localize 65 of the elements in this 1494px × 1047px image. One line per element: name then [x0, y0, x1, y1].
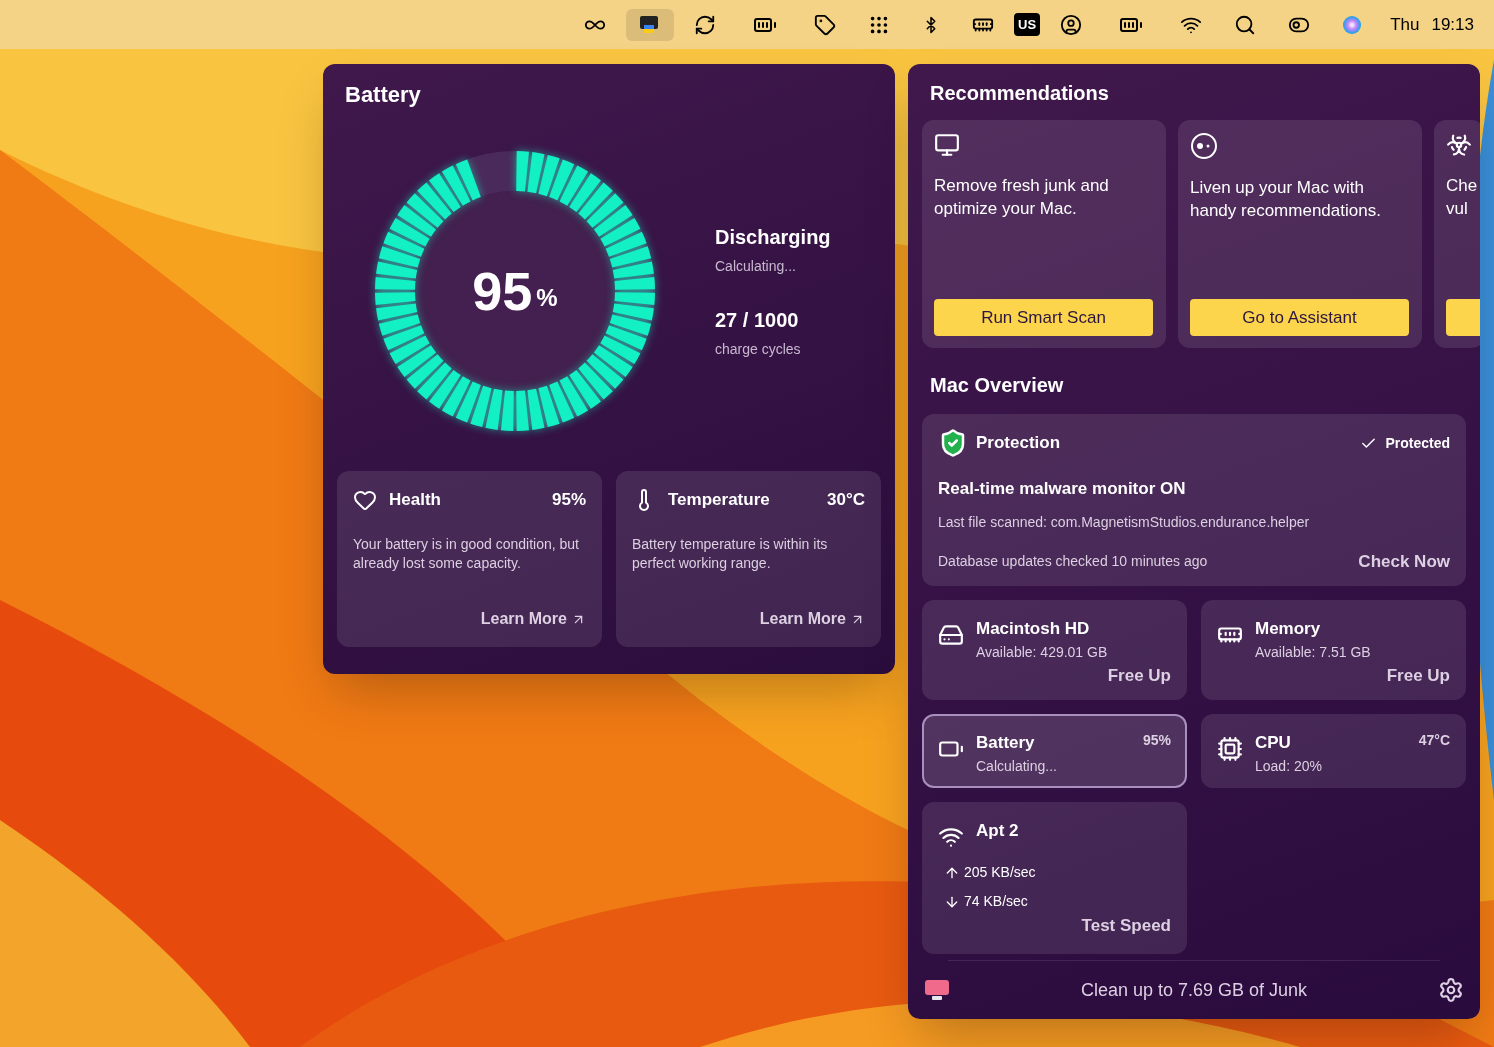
tag-icon: [814, 13, 837, 36]
cpu-icon: [1217, 736, 1243, 762]
state-detail: Calculating...: [715, 257, 797, 276]
tile-detail: Available: 429.01 GB: [976, 642, 1108, 662]
tile-detail: Load: 20%: [1255, 756, 1322, 776]
battery-state: Discharging: [715, 225, 831, 250]
overview-tile[interactable]: CPU Load: 20% 47°C: [1201, 714, 1466, 788]
recommendation-button[interactable]: Run Smart Scan: [934, 299, 1153, 336]
panel-title: Battery: [344, 81, 422, 109]
siri-icon: [1342, 14, 1363, 35]
tile-title: Apt 2: [976, 820, 1019, 842]
section-title: Mac Overview: [929, 373, 1065, 398]
charge-cycles: 27 / 1000: [715, 308, 800, 333]
tile-title: CPU: [1255, 732, 1292, 754]
tile-title: Battery: [976, 732, 1036, 754]
learn-more-link[interactable]: Learn More: [480, 607, 586, 631]
keyboard-layout[interactable]: US: [1014, 12, 1041, 37]
tile-action[interactable]: Test Speed: [1081, 912, 1171, 938]
download-rate: 74 KB/sec: [964, 892, 1028, 911]
upload-rate: 205 KB/sec: [964, 863, 1036, 882]
recommendation-button[interactable]: Go to Assistant: [1190, 299, 1409, 336]
refresh-icon: [694, 13, 717, 36]
tile-value: 47°C: [1418, 731, 1450, 750]
update-status: Database updates checked 10 minutes ago: [938, 551, 1208, 571]
battery-percent: 95: [472, 264, 533, 318]
overview-tile[interactable]: Apt 2 205 KB/sec 74 KB/sec Test Speed: [922, 802, 1187, 954]
search-icon: [1234, 13, 1257, 36]
tile-title: Memory: [1255, 618, 1322, 640]
card-text: Liven up your Mac with handy recommendations.: [1190, 177, 1382, 222]
menubar-day[interactable]: Thu: [1390, 11, 1420, 38]
protection-title: Protection: [976, 432, 1061, 455]
settings-icon[interactable]: [1438, 977, 1464, 1003]
card-description: Your battery is in good condition, but already lost some capacity.: [353, 534, 580, 573]
tile-detail: Calculating...: [976, 756, 1057, 776]
check-now-button[interactable]: Check Now: [1358, 548, 1450, 574]
junk-summary: Clean up to 7.69 GB of Junk: [1080, 978, 1308, 1002]
section-title: Recommendations: [929, 81, 1110, 106]
learn-more-link[interactable]: Learn More: [759, 607, 865, 631]
monitor-status: Real-time malware monitor ON: [938, 478, 1187, 500]
card-text: Che vul: [1446, 175, 1479, 220]
card-value: 30°C: [827, 489, 865, 511]
card-value: 95%: [551, 489, 586, 511]
protection-status: Protected: [1385, 433, 1450, 453]
card-description: Battery temperature is within its perfect working range.: [632, 534, 829, 573]
card-title: Health: [389, 489, 441, 511]
last-scanned: Last file scanned: com.MagnetismStudios.endurance.helper: [938, 512, 1311, 532]
tile-action[interactable]: Free Up: [1107, 662, 1171, 688]
menubar-item[interactable]: [626, 8, 675, 41]
overview-tile[interactable]: Macintosh HD Available: 429.01 GB Free Up: [922, 600, 1187, 700]
tile-detail: Available: 7.51 GB: [1255, 642, 1371, 662]
percent-sign: %: [536, 283, 558, 313]
face-icon: [1190, 132, 1218, 160]
tile-action[interactable]: Free Up: [1386, 662, 1450, 688]
biohazard-icon: [1446, 132, 1472, 158]
monitor-icon: [934, 132, 960, 158]
card-title: Temperature: [668, 489, 770, 511]
menubar-clock[interactable]: 19:13: [1431, 11, 1474, 38]
card-text: Remove fresh junk and optimize your Mac.: [934, 175, 1110, 220]
tile-title: Macintosh HD: [976, 618, 1091, 640]
cycles-label: charge cycles: [715, 340, 802, 359]
overview-tile[interactable]: Memory Available: 7.51 GB Free Up: [1201, 600, 1466, 700]
overview-tile[interactable]: Battery Calculating... 95%: [922, 714, 1187, 788]
tile-value: 95%: [1142, 731, 1171, 750]
user-icon: [1060, 13, 1083, 36]
app-logo-icon: [924, 979, 950, 1001]
